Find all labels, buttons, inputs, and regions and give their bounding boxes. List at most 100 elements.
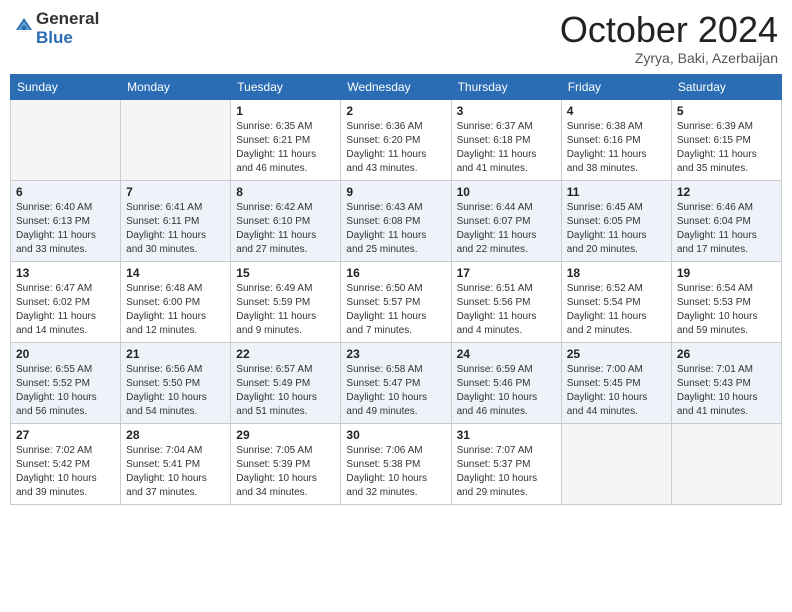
calendar-cell [671, 423, 781, 504]
day-info: Sunrise: 6:44 AM Sunset: 6:07 PM Dayligh… [457, 201, 556, 257]
day-number: 21 [126, 347, 225, 361]
day-info: Sunrise: 6:42 AM Sunset: 6:10 PM Dayligh… [236, 201, 335, 257]
logo: General Blue [14, 10, 99, 47]
day-number: 22 [236, 347, 335, 361]
calendar-cell: 8 Sunrise: 6:42 AM Sunset: 6:10 PM Daylig… [231, 180, 341, 261]
day-info: Sunrise: 6:37 AM Sunset: 6:18 PM Dayligh… [457, 120, 556, 176]
month-title: October 2024 [560, 10, 778, 50]
day-info: Sunrise: 6:38 AM Sunset: 6:16 PM Dayligh… [567, 120, 666, 176]
calendar-cell: 9 Sunrise: 6:43 AM Sunset: 6:08 PM Daylig… [341, 180, 451, 261]
day-number: 2 [346, 104, 445, 118]
day-info: Sunrise: 6:50 AM Sunset: 5:57 PM Dayligh… [346, 282, 445, 338]
header-sunday: Sunday [11, 74, 121, 99]
day-info: Sunrise: 7:07 AM Sunset: 5:37 PM Dayligh… [457, 444, 556, 500]
calendar-cell: 31 Sunrise: 7:07 AM Sunset: 5:37 PM Dayli… [451, 423, 561, 504]
calendar-cell: 21 Sunrise: 6:56 AM Sunset: 5:50 PM Dayli… [121, 342, 231, 423]
calendar-cell: 20 Sunrise: 6:55 AM Sunset: 5:52 PM Dayli… [11, 342, 121, 423]
calendar-cell: 19 Sunrise: 6:54 AM Sunset: 5:53 PM Dayli… [671, 261, 781, 342]
calendar-cell: 29Sunrise: 7:05 AM Sunset: 5:39 PM Dayli… [231, 423, 341, 504]
day-info: Sunrise: 6:49 AM Sunset: 5:59 PM Dayligh… [236, 282, 335, 338]
calendar-cell: 26 Sunrise: 7:01 AM Sunset: 5:43 PM Dayli… [671, 342, 781, 423]
calendar-cell: 6 Sunrise: 6:40 AM Sunset: 6:13 PM Daylig… [11, 180, 121, 261]
calendar-cell [11, 99, 121, 180]
day-info: Sunrise: 6:57 AM Sunset: 5:49 PM Dayligh… [236, 363, 335, 419]
calendar-cell: 10 Sunrise: 6:44 AM Sunset: 6:07 PM Dayli… [451, 180, 561, 261]
day-number: 6 [16, 185, 115, 199]
logo-general: General [36, 10, 99, 29]
calendar-cell: 11 Sunrise: 6:45 AM Sunset: 6:05 PM Dayli… [561, 180, 671, 261]
day-info: Sunrise: 7:06 AM Sunset: 5:38 PM Dayligh… [346, 444, 445, 500]
calendar-cell: 17Sunrise: 6:51 AM Sunset: 5:56 PM Dayli… [451, 261, 561, 342]
day-number: 23 [346, 347, 445, 361]
day-info: Sunrise: 7:01 AM Sunset: 5:43 PM Dayligh… [677, 363, 776, 419]
day-info: Sunrise: 6:43 AM Sunset: 6:08 PM Dayligh… [346, 201, 445, 257]
header-friday: Friday [561, 74, 671, 99]
calendar-week-row: 27 Sunrise: 7:02 AM Sunset: 5:42 PM Dayli… [11, 423, 782, 504]
day-info: Sunrise: 6:39 AM Sunset: 6:15 PM Dayligh… [677, 120, 776, 176]
day-number: 20 [16, 347, 115, 361]
day-number: 7 [126, 185, 225, 199]
day-number: 29 [236, 428, 335, 442]
day-number: 4 [567, 104, 666, 118]
calendar-week-row: 6 Sunrise: 6:40 AM Sunset: 6:13 PM Daylig… [11, 180, 782, 261]
day-number: 27 [16, 428, 115, 442]
day-number: 15 [236, 266, 335, 280]
day-number: 24 [457, 347, 556, 361]
day-number: 8 [236, 185, 335, 199]
day-number: 18 [567, 266, 666, 280]
calendar-cell: 5 Sunrise: 6:39 AM Sunset: 6:15 PM Daylig… [671, 99, 781, 180]
calendar-cell: 7Sunrise: 6:41 AM Sunset: 6:11 PM Daylig… [121, 180, 231, 261]
calendar-cell: 27 Sunrise: 7:02 AM Sunset: 5:42 PM Dayli… [11, 423, 121, 504]
header-wednesday: Wednesday [341, 74, 451, 99]
day-number: 9 [346, 185, 445, 199]
location: Zyrya, Baki, Azerbaijan [560, 50, 778, 66]
day-number: 31 [457, 428, 556, 442]
day-info: Sunrise: 6:46 AM Sunset: 6:04 PM Dayligh… [677, 201, 776, 257]
day-number: 5 [677, 104, 776, 118]
calendar-cell: 28Sunrise: 7:04 AM Sunset: 5:41 PM Dayli… [121, 423, 231, 504]
day-number: 16 [346, 266, 445, 280]
calendar-cell: 15 Sunrise: 6:49 AM Sunset: 5:59 PM Dayli… [231, 261, 341, 342]
calendar-cell: 14Sunrise: 6:48 AM Sunset: 6:00 PM Dayli… [121, 261, 231, 342]
day-number: 25 [567, 347, 666, 361]
day-info: Sunrise: 6:54 AM Sunset: 5:53 PM Dayligh… [677, 282, 776, 338]
calendar-week-row: 13Sunrise: 6:47 AM Sunset: 6:02 PM Dayli… [11, 261, 782, 342]
day-number: 19 [677, 266, 776, 280]
calendar-header-row: SundayMondayTuesdayWednesdayThursdayFrid… [11, 74, 782, 99]
header-saturday: Saturday [671, 74, 781, 99]
calendar-cell: 18 Sunrise: 6:52 AM Sunset: 5:54 PM Dayli… [561, 261, 671, 342]
header-monday: Monday [121, 74, 231, 99]
day-info: Sunrise: 6:59 AM Sunset: 5:46 PM Dayligh… [457, 363, 556, 419]
page-header: General Blue October 2024 Zyrya, Baki, A… [10, 10, 782, 66]
calendar-cell: 24 Sunrise: 6:59 AM Sunset: 5:46 PM Dayli… [451, 342, 561, 423]
day-number: 10 [457, 185, 556, 199]
day-info: Sunrise: 6:56 AM Sunset: 5:50 PM Dayligh… [126, 363, 225, 419]
day-number: 14 [126, 266, 225, 280]
day-number: 3 [457, 104, 556, 118]
day-info: Sunrise: 6:35 AM Sunset: 6:21 PM Dayligh… [236, 120, 335, 176]
calendar-cell: 2 Sunrise: 6:36 AM Sunset: 6:20 PM Daylig… [341, 99, 451, 180]
day-info: Sunrise: 6:36 AM Sunset: 6:20 PM Dayligh… [346, 120, 445, 176]
day-info: Sunrise: 6:40 AM Sunset: 6:13 PM Dayligh… [16, 201, 115, 257]
day-number: 26 [677, 347, 776, 361]
day-info: Sunrise: 6:45 AM Sunset: 6:05 PM Dayligh… [567, 201, 666, 257]
logo-blue: Blue [36, 29, 99, 48]
calendar-cell: 30 Sunrise: 7:06 AM Sunset: 5:38 PM Dayli… [341, 423, 451, 504]
day-info: Sunrise: 7:02 AM Sunset: 5:42 PM Dayligh… [16, 444, 115, 500]
day-number: 11 [567, 185, 666, 199]
day-number: 17 [457, 266, 556, 280]
day-info: Sunrise: 6:52 AM Sunset: 5:54 PM Dayligh… [567, 282, 666, 338]
day-info: Sunrise: 6:55 AM Sunset: 5:52 PM Dayligh… [16, 363, 115, 419]
calendar-cell: 3 Sunrise: 6:37 AM Sunset: 6:18 PM Daylig… [451, 99, 561, 180]
day-number: 30 [346, 428, 445, 442]
calendar-cell: 1 Sunrise: 6:35 AM Sunset: 6:21 PM Daylig… [231, 99, 341, 180]
header-thursday: Thursday [451, 74, 561, 99]
calendar-cell [121, 99, 231, 180]
day-info: Sunrise: 7:00 AM Sunset: 5:45 PM Dayligh… [567, 363, 666, 419]
day-number: 1 [236, 104, 335, 118]
day-info: Sunrise: 7:04 AM Sunset: 5:41 PM Dayligh… [126, 444, 225, 500]
header-tuesday: Tuesday [231, 74, 341, 99]
calendar-cell: 4 Sunrise: 6:38 AM Sunset: 6:16 PM Daylig… [561, 99, 671, 180]
calendar-cell: 23Sunrise: 6:58 AM Sunset: 5:47 PM Dayli… [341, 342, 451, 423]
calendar-table: SundayMondayTuesdayWednesdayThursdayFrid… [10, 74, 782, 505]
